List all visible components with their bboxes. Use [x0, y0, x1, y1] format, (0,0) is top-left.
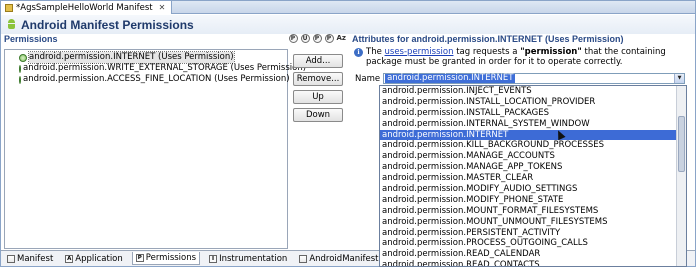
description-bold: "permission"	[520, 47, 582, 57]
permission-buttons: Add... Remove... Up Down	[293, 54, 346, 126]
manifest-file-icon	[5, 3, 13, 12]
dropdown-option[interactable]: android.permission.INJECT_EVENTS	[380, 86, 686, 97]
name-label: Name	[355, 73, 381, 84]
editor-tab-bar: *AgsSampleHelloWorld Manifest ✕	[1, 1, 695, 14]
dropdown-option[interactable]: android.permission.MANAGE_ACCOUNTS	[380, 151, 686, 162]
dropdown-option[interactable]: android.permission.PERSISTENT_ACTIVITY	[380, 228, 686, 239]
dropdown-scrollbar[interactable]	[676, 86, 686, 266]
down-button[interactable]: Down	[293, 108, 343, 122]
dropdown-option[interactable]: android.permission.READ_CONTACTS	[380, 260, 686, 266]
uses-permission-icon	[19, 75, 21, 84]
permissions-section: Permissions P U P P Az android.permissio…	[4, 34, 348, 250]
chevron-down-icon[interactable]: ▼	[674, 74, 685, 83]
tab-application-label: Application	[75, 253, 123, 264]
page-title: Android Manifest Permissions	[21, 17, 194, 32]
up-button[interactable]: Up	[293, 90, 343, 104]
add-button[interactable]: Add...	[293, 54, 343, 68]
attributes-description: i The uses-permission tag requests a "pe…	[354, 47, 690, 67]
uses-permission-icon	[19, 53, 27, 62]
editor-tab[interactable]: *AgsSampleHelloWorld Manifest ✕	[1, 1, 173, 14]
name-combobox-value[interactable]: android.permission.INTERNET	[385, 74, 516, 83]
permission-label: android.permission.WRITE_EXTERNAL_STORAG…	[23, 63, 307, 73]
permission-list-item[interactable]: android.permission.WRITE_EXTERNAL_STORAG…	[5, 63, 306, 74]
instrumentation-icon: I	[209, 254, 218, 263]
permission-list-item[interactable]: android.permission.ACCESS_FINE_LOCATION …	[5, 74, 290, 85]
dropdown-option[interactable]: android.permission.MODIFY_AUDIO_SETTINGS	[380, 184, 686, 195]
dropdown-option[interactable]: android.permission.MOUNT_FORMAT_FILESYST…	[380, 206, 686, 217]
close-icon[interactable]: ✕	[159, 3, 166, 12]
scrollbar-thumb[interactable]	[678, 116, 685, 172]
description-middle: tag requests a	[456, 47, 518, 57]
manifest-editor: *AgsSampleHelloWorld Manifest ✕ Android …	[0, 0, 696, 267]
dropdown-option[interactable]: android.permission.INTERNET	[380, 129, 686, 141]
permission-label: android.permission.ACCESS_FINE_LOCATION …	[23, 74, 290, 84]
attributes-section-title: Attributes for android.permission.INTERN…	[352, 34, 624, 44]
permission-label: android.permission.INTERNET (Uses Permis…	[28, 51, 235, 64]
permissions-icon: P	[135, 254, 144, 262]
tab-instrumentation-label: Instrumentation	[219, 253, 288, 264]
dropdown-option[interactable]: android.permission.MASTER_CLEAR	[380, 173, 686, 184]
manifest-icon	[7, 254, 15, 263]
filter-permission-icon[interactable]: P	[288, 34, 298, 43]
filter-permission-group-icon[interactable]: P	[324, 34, 334, 43]
tab-manifest-label: Manifest	[17, 253, 54, 264]
tab-manifest[interactable]: Manifest	[4, 252, 56, 265]
sort-alphabetical-icon[interactable]: Az	[337, 34, 347, 43]
dropdown-option[interactable]: android.permission.INTERNAL_SYSTEM_WINDO…	[380, 119, 686, 130]
tab-permissions-label: Permissions	[145, 253, 197, 263]
name-field-row: Name android.permission.INTERNET ▼	[355, 73, 686, 84]
dropdown-option[interactable]: android.permission.READ_CALENDAR	[380, 249, 686, 260]
name-dropdown-list[interactable]: android.permission.INJECT_EVENTS android.…	[379, 85, 687, 267]
dropdown-option[interactable]: android.permission.PROCESS_OUTGOING_CALL…	[380, 238, 686, 249]
page-header: Android Manifest Permissions	[1, 15, 695, 34]
permission-filter-toolbar: P U P P Az	[288, 34, 347, 43]
android-icon	[6, 19, 17, 30]
remove-button[interactable]: Remove...	[293, 72, 343, 86]
dropdown-option[interactable]: android.permission.MODIFY_PHONE_STATE	[380, 195, 686, 206]
permissions-list[interactable]: android.permission.INTERNET (Uses Permis…	[4, 49, 306, 249]
dropdown-option[interactable]: android.permission.KILL_BACKGROUND_PROCE…	[380, 140, 686, 151]
filter-permission-tree-icon[interactable]: P	[312, 34, 322, 43]
tab-permissions[interactable]: P Permissions	[131, 252, 201, 265]
filter-uses-permission-icon[interactable]: U	[300, 34, 310, 43]
xml-file-icon	[299, 254, 308, 263]
tab-instrumentation[interactable]: I Instrumentation	[206, 252, 290, 265]
uses-permission-icon	[19, 64, 21, 73]
dropdown-option[interactable]: android.permission.MOUNT_UNMOUNT_FILESYS…	[380, 217, 686, 228]
permission-list-item[interactable]: android.permission.INTERNET (Uses Permis…	[5, 51, 287, 64]
uses-permission-link[interactable]: uses-permission	[385, 47, 454, 57]
dropdown-option[interactable]: android.permission.INSTALL_LOCATION_PROV…	[380, 97, 686, 108]
info-icon: i	[354, 48, 363, 57]
description-prefix: The	[366, 47, 382, 57]
tab-application[interactable]: A Application	[62, 252, 126, 265]
dropdown-option[interactable]: android.permission.INSTALL_PACKAGES	[380, 108, 686, 119]
description-text: The uses-permission tag requests a "perm…	[366, 47, 690, 67]
name-combobox[interactable]: android.permission.INTERNET ▼	[383, 73, 686, 84]
application-icon: A	[65, 254, 74, 263]
dropdown-option[interactable]: android.permission.MANAGE_APP_TOKENS	[380, 162, 686, 173]
editor-tab-title: *AgsSampleHelloWorld Manifest	[16, 2, 153, 13]
